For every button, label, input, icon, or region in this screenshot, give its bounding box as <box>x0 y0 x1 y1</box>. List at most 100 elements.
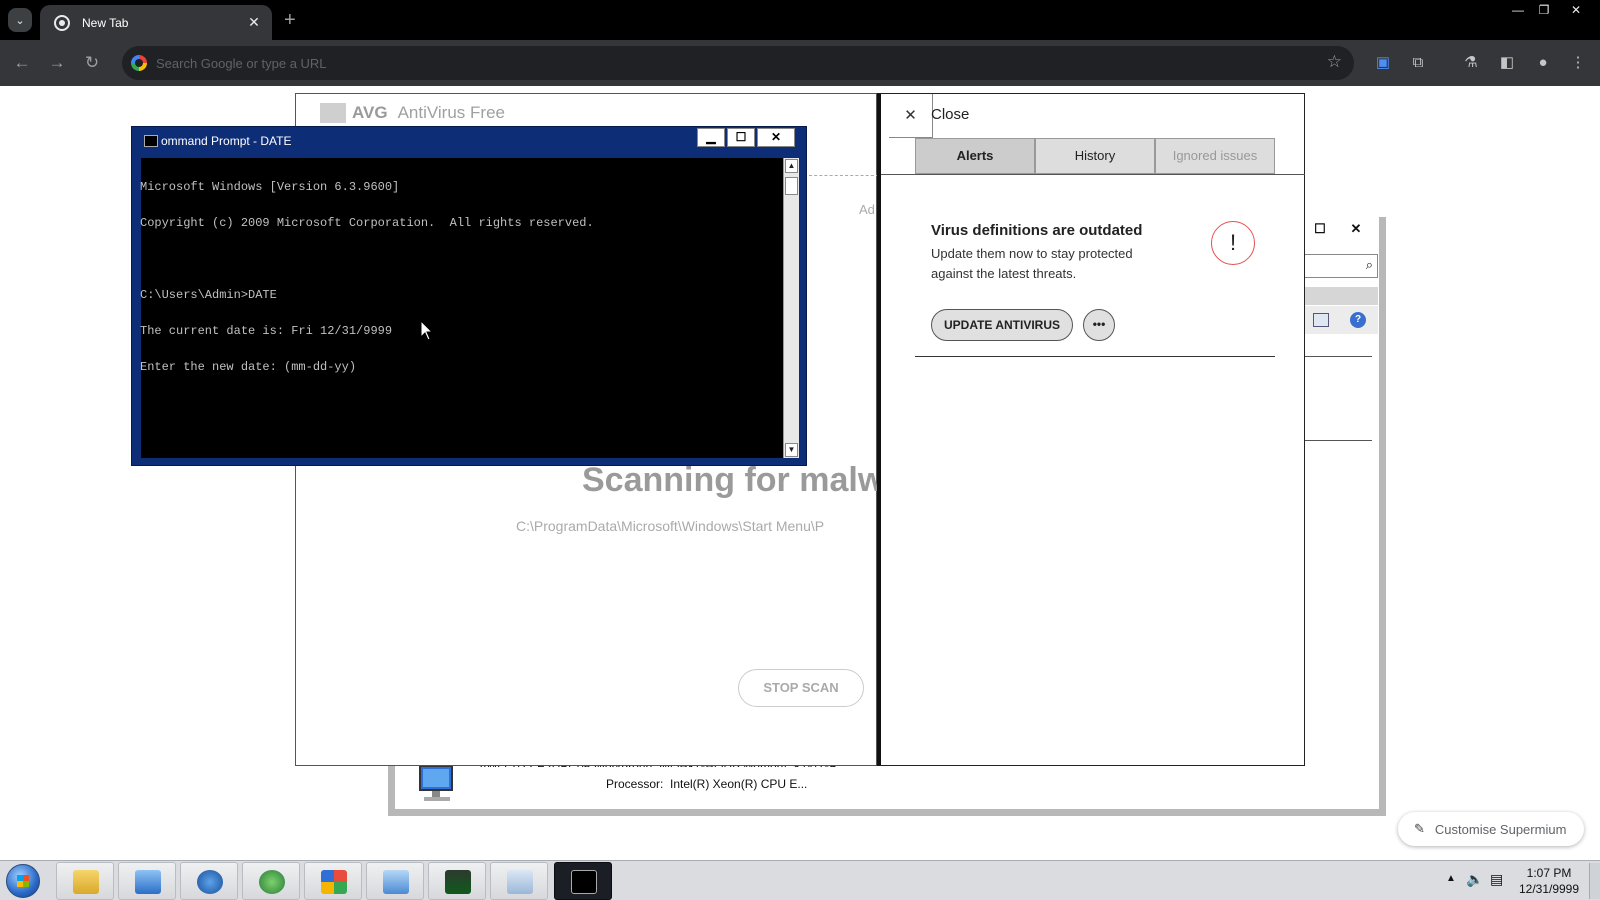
bookmark-star-icon[interactable]: ☆ <box>1327 52 1342 72</box>
computer-icon <box>135 870 161 894</box>
cmd-close-button[interactable]: ✕ <box>757 128 795 147</box>
scroll-up-icon[interactable]: ▲ <box>785 159 798 173</box>
cmd-output: Microsoft Windows [Version 6.3.9600] Cop… <box>140 157 770 385</box>
tab-close-icon[interactable]: ✕ <box>246 14 262 31</box>
taskbar-avg[interactable] <box>304 862 362 900</box>
new-tab-button[interactable]: + <box>284 9 296 31</box>
scroll-thumb[interactable] <box>785 177 798 195</box>
sysprop-divider <box>1304 440 1372 441</box>
cmd-scrollbar[interactable]: ▲ ▼ <box>783 158 799 458</box>
network-tray-icon[interactable]: ▤ <box>1490 871 1503 900</box>
google-icon <box>131 55 147 71</box>
forward-arrow-icon[interactable]: → <box>45 51 69 75</box>
extensions-puzzle-icon[interactable]: ⧉ <box>1407 52 1429 74</box>
avg-logo: AVG AntiVirus Free <box>320 103 505 123</box>
cmd-title: ommand Prompt - DATE <box>161 134 292 148</box>
tab-search-button[interactable]: ⌄ <box>8 8 32 32</box>
network-connections-icon <box>507 870 533 894</box>
omnibox-input[interactable] <box>156 52 1296 74</box>
tab-new-tab[interactable]: New Tab ✕ <box>40 5 272 40</box>
taskbar-control-panel[interactable] <box>366 862 424 900</box>
tabs-divider <box>881 174 1305 175</box>
window-restore-button[interactable]: ❐ <box>1532 0 1556 20</box>
cmd-maximize-button[interactable]: ☐ <box>727 128 755 147</box>
control-panel-icon <box>383 870 409 894</box>
cmd-line: Copyright (c) 2009 Microsoft Corporation… <box>140 216 594 230</box>
avg-divider <box>809 175 879 176</box>
processor-label: Processor: <box>606 777 664 791</box>
chrome-favicon-icon <box>54 14 70 31</box>
taskbar-command-prompt[interactable] <box>554 862 612 900</box>
taskbar-browser[interactable] <box>180 862 238 900</box>
help-icon[interactable]: ? <box>1350 312 1366 328</box>
scroll-down-icon[interactable]: ▼ <box>785 443 798 457</box>
command-prompt-icon <box>571 870 597 894</box>
sysprop-search-field[interactable]: ⌕ <box>1304 254 1378 278</box>
close-label[interactable]: Close <box>931 106 969 123</box>
cmd-line: The current date is: Fri 12/31/9999 <box>140 324 393 338</box>
windows-taskbar: ▲ 🔈 ▤ 1:07 PM 12/31/9999 <box>0 860 1600 900</box>
search-icon: ⌕ <box>1365 257 1373 272</box>
cmd-line: Microsoft Windows [Version 6.3.9600] <box>140 180 400 194</box>
cmd-line: Enter the new date: (mm-dd-yy) <box>140 360 357 374</box>
stop-scan-button[interactable]: STOP SCAN <box>738 669 864 707</box>
globe-icon <box>197 870 223 894</box>
volume-icon[interactable]: 🔈 <box>1466 871 1483 900</box>
back-arrow-icon[interactable]: ← <box>10 51 34 75</box>
avg-ad-label: Ad <box>859 202 875 217</box>
start-button-icon[interactable] <box>6 864 40 898</box>
omnibox[interactable]: ☆ <box>122 46 1354 80</box>
task-manager-icon <box>445 870 471 894</box>
side-panel-icon[interactable]: ◧ <box>1496 52 1518 74</box>
cmd-minimize-button[interactable]: ▁ <box>697 128 725 147</box>
tab-ignored-issues[interactable]: Ignored issues <box>1155 138 1275 174</box>
avg-product-name: AntiVirus Free <box>397 103 505 122</box>
view-options-icon[interactable] <box>1313 313 1329 327</box>
more-options-icon[interactable]: ••• <box>1083 309 1115 341</box>
warning-exclamation-icon: ! <box>1211 221 1255 265</box>
taskbar-computer[interactable] <box>118 862 176 900</box>
taskbar-file-explorer[interactable] <box>56 862 114 900</box>
tray-overflow-icon[interactable]: ▲ <box>1446 873 1456 900</box>
taskbar-network-globe[interactable] <box>242 862 300 900</box>
clock-date: 12/31/9999 <box>1518 882 1580 896</box>
browser-toolbar: ← → ↻ ☆ ▣ ⧉ ⚗ ◧ ● ⋮ <box>0 40 1600 86</box>
window-minimize-button[interactable]: — <box>1506 0 1530 20</box>
taskbar-network-connections[interactable] <box>490 862 548 900</box>
labs-flask-icon[interactable]: ⚗ <box>1460 52 1482 74</box>
menu-kebab-icon[interactable]: ⋮ <box>1567 52 1589 74</box>
network-globe-icon <box>259 870 285 894</box>
sysprop-command-bar <box>1304 287 1378 305</box>
customise-supermium-button[interactable]: ✎ Customise Supermium <box>1398 812 1584 846</box>
cmd-line <box>140 253 770 265</box>
close-icon[interactable]: ✕ <box>889 94 933 138</box>
update-antivirus-button[interactable]: UPDATE ANTIVIRUS <box>931 309 1073 341</box>
scan-current-path: C:\ProgramData\Microsoft\Windows\Start M… <box>516 518 825 534</box>
mouse-cursor-icon <box>420 320 434 341</box>
tab-alerts[interactable]: Alerts <box>915 138 1035 174</box>
avg-logo-icon <box>320 103 346 123</box>
clock-time: 1:07 PM <box>1526 866 1572 880</box>
avg-app-icon <box>321 870 347 894</box>
tab-title: New Tab <box>82 15 129 30</box>
sysprop-close-button[interactable]: ✕ <box>1342 219 1370 239</box>
profile-avatar-icon[interactable]: ● <box>1532 52 1554 74</box>
cmd-line: C:\Users\Admin>DATE <box>140 288 277 302</box>
sysprop-divider <box>1304 356 1372 357</box>
extension-app-icon[interactable]: ▣ <box>1372 52 1394 74</box>
sysprop-maximize-button[interactable]: ☐ <box>1306 219 1334 239</box>
cmd-app-icon <box>144 135 158 147</box>
tab-history[interactable]: History <box>1035 138 1155 174</box>
show-desktop-button[interactable] <box>1589 863 1600 899</box>
avg-brand: AVG <box>352 103 388 122</box>
computer-monitor-icon <box>419 765 453 801</box>
system-clock[interactable]: 1:07 PM 12/31/9999 <box>1512 865 1586 897</box>
alert-title: Virus definitions are outdated <box>931 222 1143 239</box>
alerts-tabs: Alerts History Ignored issues <box>915 138 1275 174</box>
cmd-titlebar[interactable]: ommand Prompt - DATE <box>144 132 291 150</box>
taskbar-task-manager[interactable] <box>428 862 486 900</box>
alert-description: Update them now to stay protected agains… <box>931 246 1133 281</box>
reload-icon[interactable]: ↻ <box>80 51 104 75</box>
window-close-button[interactable]: ✕ <box>1564 0 1588 20</box>
customise-label: Customise Supermium <box>1434 821 1567 837</box>
